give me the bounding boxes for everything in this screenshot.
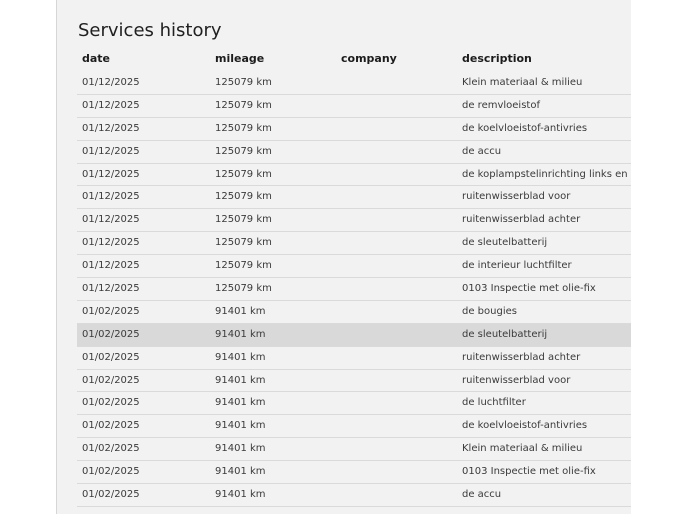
mileage-cell: 91401 km: [215, 351, 266, 363]
date-cell: 01/12/2025: [82, 260, 140, 272]
mileage-cell: 125079 km: [215, 145, 272, 157]
date-cell: 01/12/2025: [82, 145, 140, 157]
table-row[interactable]: 01/02/2025 91401 km de koelvloeistof-antiv…: [77, 415, 631, 439]
date-cell: 01/02/2025: [82, 420, 140, 432]
date-cell: 01/02/2025: [82, 351, 140, 363]
description-cell: 0103 Inspectie met olie-fix: [462, 466, 596, 478]
mileage-cell: 91401 km: [215, 374, 266, 386]
date-cell: 01/12/2025: [82, 77, 140, 88]
description-cell: de koplampstelinrichting links en rechts: [462, 168, 631, 180]
mileage-cell: 125079 km: [215, 214, 272, 226]
description-cell: de interieur luchtfilter: [462, 260, 572, 272]
table-row[interactable]: 01/12/2025 125079 km Klein materiaal & mil…: [77, 72, 631, 95]
services-table-body: 01/12/2025 125079 km Klein materiaal & mil…: [77, 72, 631, 507]
date-cell: 01/12/2025: [82, 99, 140, 111]
mileage-cell: 125079 km: [215, 260, 272, 272]
date-cell: 01/12/2025: [82, 214, 140, 226]
column-header-company[interactable]: company: [341, 52, 397, 65]
description-cell: ruitenwisserblad achter: [462, 351, 581, 363]
description-cell: de koelvloeistof-antivries: [462, 420, 588, 432]
date-cell: 01/12/2025: [82, 283, 140, 295]
column-header-description[interactable]: description: [462, 52, 532, 65]
table-row[interactable]: 01/12/2025 125079 km de koplampstelinricht…: [77, 164, 631, 187]
date-cell: 01/02/2025: [82, 328, 140, 340]
description-cell: de accu: [462, 489, 502, 501]
description-cell: de remvloeistof: [462, 99, 540, 111]
mileage-cell: 91401 km: [215, 305, 266, 317]
description-cell: de luchtfilter: [462, 397, 526, 409]
date-cell: 01/02/2025: [82, 489, 140, 501]
mileage-cell: 91401 km: [215, 489, 266, 501]
table-row[interactable]: 01/12/2025 125079 km ruitenwisserblad voor: [77, 186, 631, 210]
mileage-cell: 125079 km: [215, 283, 272, 295]
mileage-cell: 125079 km: [215, 168, 272, 180]
table-row[interactable]: 01/02/2025 91401 km de bougies: [77, 301, 631, 324]
date-cell: 01/12/2025: [82, 237, 140, 249]
page-title: Services history: [78, 20, 222, 41]
description-cell: 0103 Inspectie met olie-fix: [462, 283, 596, 295]
mileage-cell: 91401 km: [215, 397, 266, 409]
table-header: date mileage company description: [57, 47, 631, 71]
table-row[interactable]: 01/02/2025 91401 km de sleutelbatterij: [77, 323, 631, 347]
mileage-cell: 91401 km: [215, 443, 266, 455]
description-cell: de sleutelbatterij: [462, 237, 548, 249]
mileage-cell: 91401 km: [215, 328, 266, 340]
table-row[interactable]: 01/12/2025 125079 km de koelvloeistof-anti…: [77, 118, 631, 141]
table-row[interactable]: 01/02/2025 91401 km de accu: [77, 484, 631, 507]
table-row[interactable]: 01/12/2025 125079 km de interieur luchtfil…: [77, 255, 631, 279]
date-cell: 01/12/2025: [82, 191, 140, 203]
column-header-date[interactable]: date: [82, 52, 110, 65]
description-cell: ruitenwisserblad achter: [462, 214, 581, 226]
table-row[interactable]: 01/12/2025 125079 km 0103 Inspectie met ol…: [77, 278, 631, 301]
mileage-cell: 125079 km: [215, 122, 272, 134]
table-row[interactable]: 01/02/2025 91401 km Klein materiaal & mili…: [77, 438, 631, 462]
date-cell: 01/12/2025: [82, 168, 140, 180]
table-row[interactable]: 01/12/2025 125079 km de accu: [77, 141, 631, 164]
description-cell: ruitenwisserblad voor: [462, 191, 571, 203]
mileage-cell: 91401 km: [215, 420, 266, 432]
mileage-cell: 125079 km: [215, 191, 272, 203]
description-cell: ruitenwisserblad voor: [462, 374, 571, 386]
date-cell: 01/02/2025: [82, 466, 140, 478]
date-cell: 01/02/2025: [82, 443, 140, 455]
table-row[interactable]: 01/02/2025 91401 km ruitenwisserblad voor: [77, 370, 631, 393]
mileage-cell: 91401 km: [215, 466, 266, 478]
table-row[interactable]: 01/02/2025 91401 km de luchtfilter: [77, 392, 631, 416]
mileage-cell: 125079 km: [215, 77, 272, 88]
description-cell: de bougies: [462, 305, 517, 317]
date-cell: 01/02/2025: [82, 397, 140, 409]
table-row[interactable]: 01/12/2025 125079 km ruitenwisserblad acht…: [77, 209, 631, 233]
mileage-cell: 125079 km: [215, 99, 272, 111]
mileage-cell: 125079 km: [215, 237, 272, 249]
services-history-panel: Services history date mileage company de…: [56, 0, 631, 514]
description-cell: de koelvloeistof-antivries: [462, 122, 588, 134]
table-row[interactable]: 01/02/2025 91401 km ruitenwisserblad achte…: [77, 347, 631, 370]
table-row[interactable]: 01/12/2025 125079 km de remvloeistof: [77, 95, 631, 118]
description-cell: de sleutelbatterij: [462, 328, 548, 340]
description-cell: Klein materiaal & milieu: [462, 77, 583, 88]
table-row[interactable]: 01/12/2025 125079 km de sleutelbatterij: [77, 232, 631, 256]
description-cell: de accu: [462, 145, 502, 157]
description-cell: Klein materiaal & milieu: [462, 443, 583, 455]
date-cell: 01/12/2025: [82, 122, 140, 134]
table-row[interactable]: 01/02/2025 91401 km 0103 Inspectie met oli…: [77, 461, 631, 485]
date-cell: 01/02/2025: [82, 305, 140, 317]
column-header-mileage[interactable]: mileage: [215, 52, 264, 65]
date-cell: 01/02/2025: [82, 374, 140, 386]
